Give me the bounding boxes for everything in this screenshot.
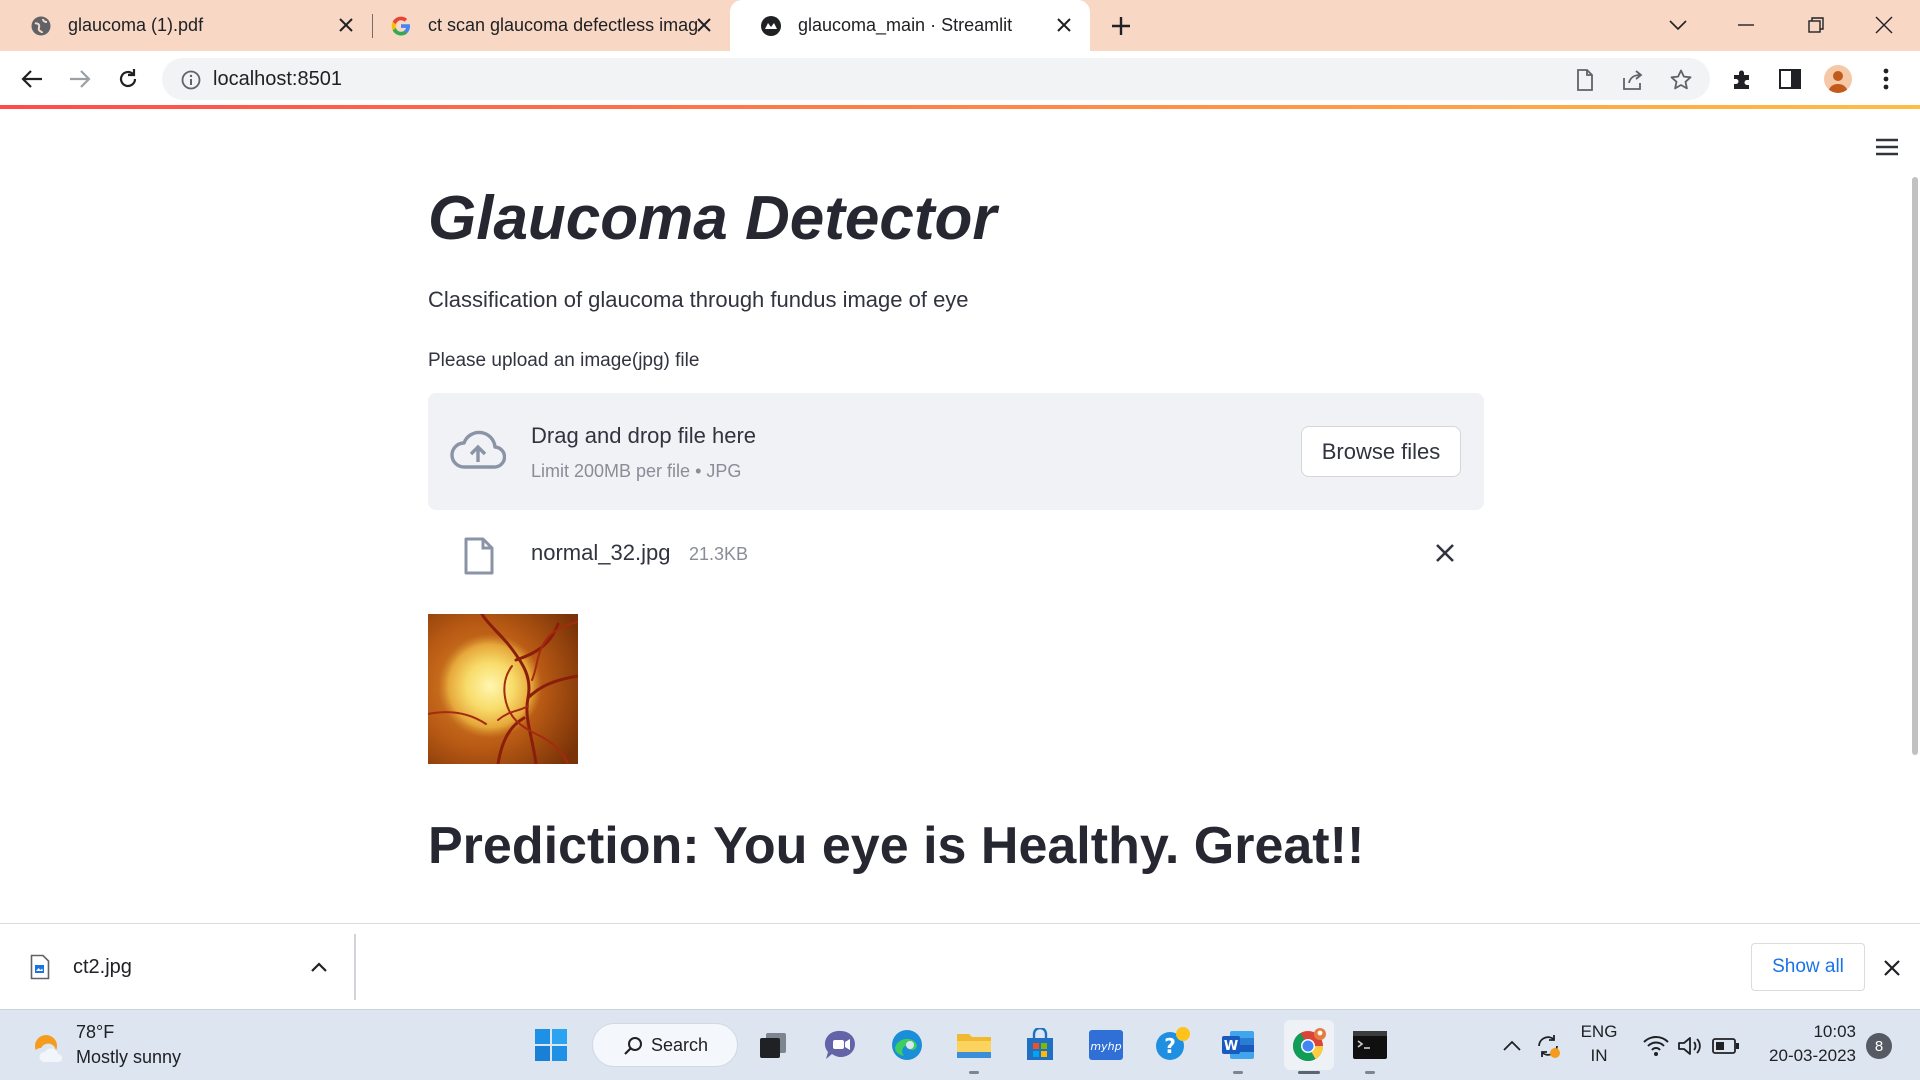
scrollbar-thumb[interactable] [1912,177,1918,755]
myhp-icon[interactable]: myhp [1087,1026,1125,1064]
show-all-button[interactable]: Show all [1751,943,1865,991]
clock-time[interactable]: 10:03 [1768,1022,1856,1042]
browser-toolbar: localhost:8501 [0,51,1920,106]
svg-text:W: W [1224,1039,1238,1054]
weather-temperature: 78°F [76,1022,115,1042]
back-icon[interactable] [14,61,50,97]
page-scrollbar[interactable] [1910,177,1920,757]
tab-title: glaucoma (1).pdf [68,15,204,35]
clock-date[interactable]: 20-03-2023 [1756,1046,1856,1066]
uploaded-file-row: normal_32.jpg 21.3KB [428,527,1484,583]
uploaded-file-name: normal_32.jpg [531,540,671,565]
tab-title: glaucoma_main · Streamlit [798,15,1013,35]
tab-close-icon[interactable] [334,13,358,37]
tab-close-icon[interactable] [1052,13,1076,37]
tab-close-icon[interactable] [692,13,716,37]
side-panel-icon[interactable] [1774,63,1806,95]
new-tab-button[interactable] [1106,11,1136,41]
chrome-icon[interactable] [1284,1020,1334,1074]
page-title: Glaucoma Detector [428,184,997,253]
windows-taskbar: 78°F Mostly sunny Search myhp ? W ENG IN… [0,1009,1920,1080]
file-explorer-icon[interactable] [955,1026,993,1074]
word-icon[interactable]: W [1219,1026,1257,1074]
close-shelf-icon[interactable] [1878,954,1906,982]
restore-icon[interactable] [1798,8,1834,42]
url-text: localhost:8501 [213,68,342,90]
prediction-result: Prediction: You eye is Healthy. Great!! [428,817,1365,875]
windows-start-icon[interactable] [532,1026,570,1064]
active-indicator [1298,1071,1320,1074]
file-icon [463,537,495,575]
svg-text:myhp: myhp [1090,1040,1121,1053]
file-dropzone[interactable]: Drag and drop file here Limit 200MB per … [428,393,1484,510]
upload-label: Please upload an image(jpg) file [428,350,700,371]
page-subtitle: Classification of glaucoma through fundu… [428,287,969,312]
minimize-icon[interactable] [1728,8,1764,42]
download-shelf: ct2.jpg Show all [0,923,1920,1009]
google-icon [390,15,412,37]
taskbar-search[interactable]: Search [592,1023,738,1067]
streamlit-icon [760,15,782,37]
shelf-divider [354,934,356,1000]
notification-badge[interactable]: 8 [1866,1033,1892,1059]
tab-google-search[interactable]: ct scan glaucoma defectless imag [360,0,730,51]
teams-chat-icon[interactable] [822,1026,860,1064]
tab-strip: glaucoma (1).pdf ct scan glaucoma defect… [0,0,1920,51]
get-help-icon[interactable]: ? [1154,1026,1192,1064]
streamlit-page: Glaucoma Detector Classification of glau… [0,109,1920,923]
edge-icon[interactable] [888,1026,926,1064]
hamburger-menu-icon[interactable] [1873,135,1901,159]
language-line2[interactable]: IN [1578,1046,1620,1066]
running-indicator [969,1071,979,1074]
tab-pdf[interactable]: glaucoma (1).pdf [0,0,372,51]
microsoft-store-icon[interactable] [1021,1026,1059,1064]
uploaded-file-size: 21.3KB [689,544,749,564]
battery-icon[interactable] [1712,1032,1740,1060]
search-icon [624,1037,642,1055]
browse-files-button[interactable]: Browse files [1301,426,1461,477]
weather-icon[interactable] [30,1030,66,1066]
cloud-upload-icon [450,429,507,473]
close-window-icon[interactable] [1866,8,1902,42]
page-icon[interactable] [1572,67,1598,93]
profile-avatar[interactable] [1822,63,1854,95]
search-label: Search [651,1034,709,1055]
more-menu-icon[interactable] [1870,63,1902,95]
tab-streamlit[interactable]: glaucoma_main · Streamlit [730,0,1090,51]
terminal-icon[interactable] [1351,1026,1389,1074]
tab-title: ct scan glaucoma defectless imag [428,15,699,35]
sync-icon[interactable] [1534,1032,1562,1060]
tab-search-chevron-icon[interactable] [1660,8,1696,42]
task-view-icon[interactable] [754,1026,792,1064]
volume-icon[interactable] [1676,1032,1704,1060]
svg-text:?: ? [1164,1034,1176,1058]
download-item-name[interactable]: ct2.jpg [73,956,132,979]
site-info-icon[interactable] [178,67,204,93]
chevron-up-icon[interactable] [1498,1032,1526,1060]
dropzone-title: Drag and drop file here [531,423,757,448]
share-icon[interactable] [1620,67,1646,93]
address-bar[interactable]: localhost:8501 [162,58,1710,100]
bookmark-star-icon[interactable] [1668,67,1694,93]
fundus-image [428,614,578,764]
language-line1[interactable]: ENG [1578,1022,1620,1042]
globe-icon [30,15,52,37]
forward-icon[interactable] [62,61,98,97]
extensions-icon[interactable] [1726,63,1758,95]
running-indicator [1233,1071,1243,1074]
running-indicator [1365,1071,1375,1074]
weather-description: Mostly sunny [76,1047,182,1067]
dropzone-limit: Limit 200MB per file • JPG [531,461,742,481]
remove-file-icon[interactable] [1431,539,1459,567]
chevron-up-icon[interactable] [306,954,332,980]
wifi-icon[interactable] [1642,1032,1670,1060]
downloaded-file-icon[interactable] [30,954,50,980]
reload-icon[interactable] [110,61,146,97]
